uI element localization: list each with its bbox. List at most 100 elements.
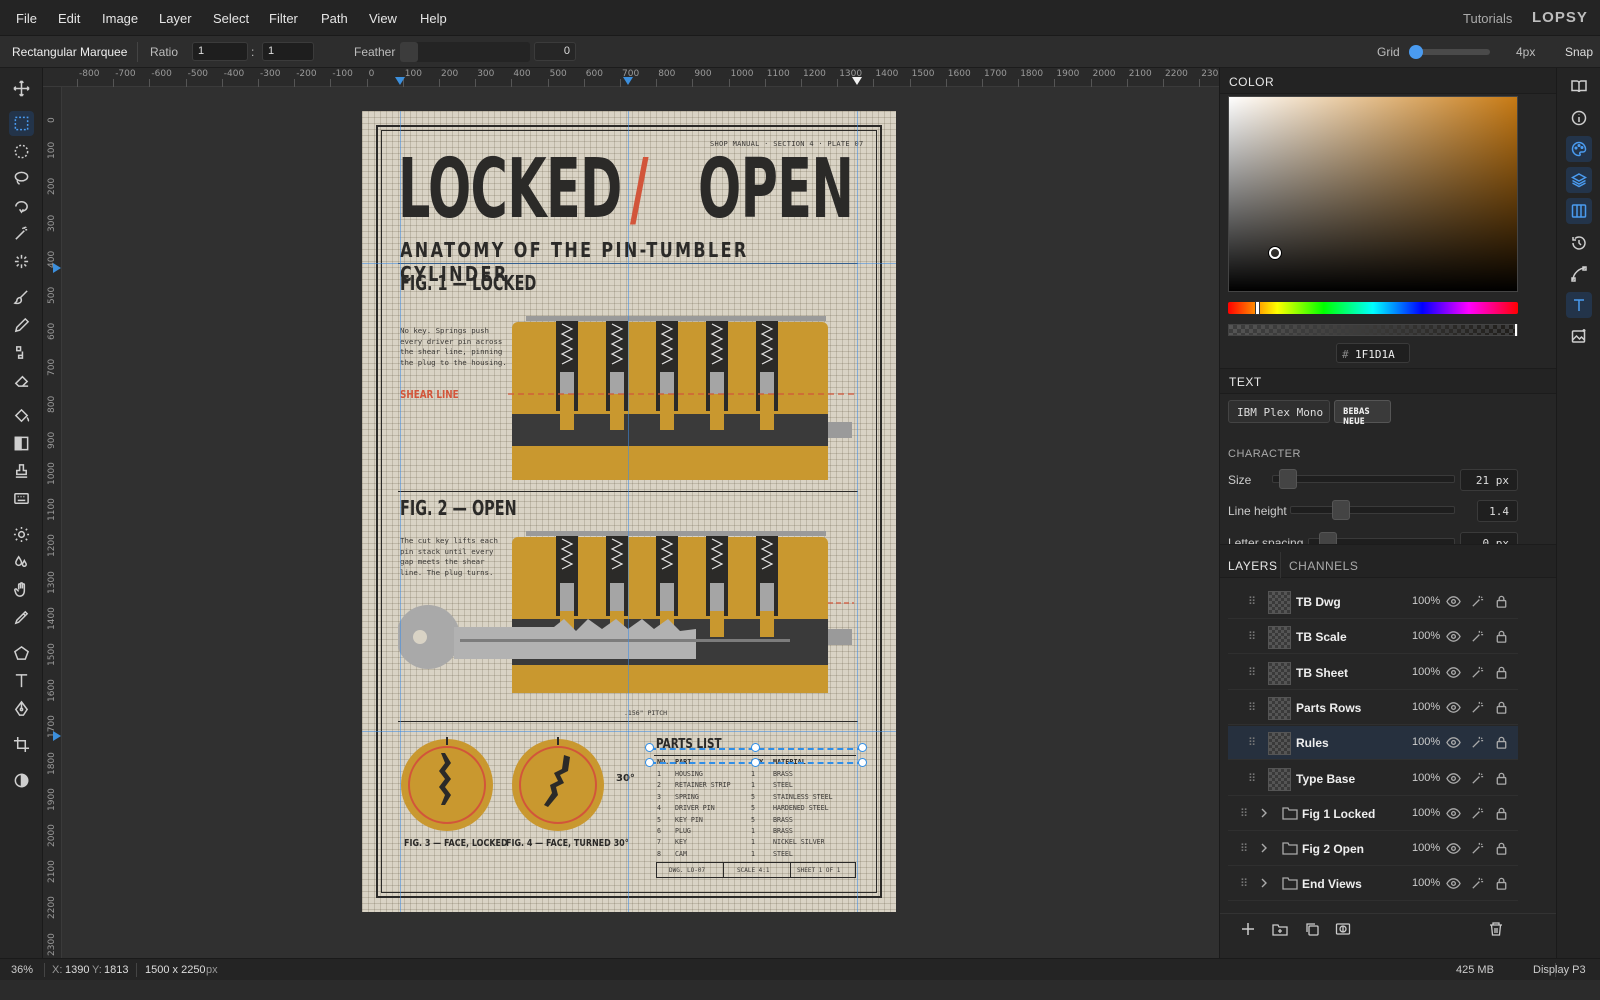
menu-image[interactable]: Image: [102, 11, 138, 26]
line-height-slider[interactable]: [1290, 506, 1455, 514]
guide-line[interactable]: [628, 111, 629, 912]
drag-handle-icon[interactable]: ⠿: [1248, 772, 1256, 785]
lasso-tool[interactable]: [9, 166, 34, 191]
menu-path[interactable]: Path: [321, 11, 348, 26]
size-slider-knob[interactable]: [1279, 469, 1297, 489]
feather-slider[interactable]: [400, 42, 530, 62]
chevron-right-icon[interactable]: [1258, 842, 1270, 857]
layer-row[interactable]: ⠿ TB Scale 100%: [1228, 620, 1518, 655]
color-panel-button[interactable]: [1566, 136, 1592, 162]
layer-opacity[interactable]: 100%: [1412, 772, 1440, 784]
pen-tool[interactable]: [9, 696, 34, 721]
transform-handle[interactable]: [645, 758, 654, 767]
guide-line[interactable]: [857, 111, 858, 912]
lock-icon[interactable]: [1494, 735, 1509, 750]
paths-panel-button[interactable]: [1566, 261, 1592, 287]
eye-icon[interactable]: [1446, 806, 1461, 821]
lock-icon[interactable]: [1494, 806, 1509, 821]
layer-mask-button[interactable]: [1335, 921, 1351, 940]
chevron-right-icon[interactable]: [1258, 877, 1270, 892]
color-picker-cursor[interactable]: [1269, 247, 1281, 259]
ratio-width-input[interactable]: 1: [192, 42, 248, 61]
selection-bounding-box[interactable]: [645, 743, 867, 767]
hue-slider-knob[interactable]: [1255, 301, 1260, 315]
grid-slider-knob[interactable]: [1409, 45, 1423, 59]
color-profile[interactable]: Display P3: [1533, 964, 1586, 976]
effects-icon[interactable]: [1470, 735, 1485, 750]
new-group-button[interactable]: [1272, 921, 1288, 940]
polygon-tool[interactable]: [9, 641, 34, 666]
rectangular-marquee-tool[interactable]: [9, 111, 34, 136]
transform-handle[interactable]: [858, 758, 867, 767]
effects-icon[interactable]: [1470, 700, 1485, 715]
guide-marker[interactable]: [53, 263, 61, 273]
effects-icon[interactable]: [1470, 841, 1485, 856]
alpha-slider[interactable]: [1228, 324, 1518, 336]
drag-handle-icon[interactable]: ⠿: [1248, 701, 1256, 714]
magnetic-lasso-tool[interactable]: [9, 194, 34, 219]
image-adjust-panel-button[interactable]: [1566, 323, 1592, 349]
drag-handle-icon[interactable]: ⠿: [1248, 666, 1256, 679]
elliptical-marquee-tool[interactable]: [9, 139, 34, 164]
channels-panel-button[interactable]: [1566, 198, 1592, 224]
menu-edit[interactable]: Edit: [58, 11, 80, 26]
eye-icon[interactable]: [1446, 665, 1461, 680]
layer-opacity[interactable]: 100%: [1412, 630, 1440, 642]
guide-marker[interactable]: [53, 731, 61, 741]
eye-icon[interactable]: [1446, 876, 1461, 891]
delete-layer-button[interactable]: [1488, 921, 1504, 940]
eraser-tool[interactable]: [9, 368, 34, 393]
drag-handle-icon[interactable]: ⠿: [1240, 807, 1248, 820]
guide-line[interactable]: [362, 731, 896, 732]
mask-mode-toggle[interactable]: [9, 768, 34, 793]
info-panel-button[interactable]: [1566, 105, 1592, 131]
guide-marker[interactable]: [623, 77, 633, 85]
layer-row[interactable]: ⠿ End Views 100%: [1228, 867, 1518, 902]
tab-channels[interactable]: CHANNELS: [1289, 559, 1358, 573]
menu-help[interactable]: Help: [420, 11, 447, 26]
grid-size-slider[interactable]: [1409, 45, 1490, 59]
layers-scrollbar[interactable]: [1520, 593, 1525, 913]
effects-icon[interactable]: [1470, 771, 1485, 786]
lock-icon[interactable]: [1494, 629, 1509, 644]
eye-icon[interactable]: [1446, 700, 1461, 715]
layers-panel-button[interactable]: [1566, 167, 1592, 193]
tutorials-link[interactable]: Tutorials: [1463, 11, 1512, 26]
brush-tool[interactable]: [9, 285, 34, 310]
new-layer-button[interactable]: [1240, 921, 1256, 940]
lock-icon[interactable]: [1494, 594, 1509, 609]
transform-handle[interactable]: [645, 743, 654, 752]
canvas-area[interactable]: SHOP MANUAL · SECTION 4 · PLATE 07 LOCKE…: [62, 87, 1219, 958]
menu-view[interactable]: View: [369, 11, 397, 26]
effects-icon[interactable]: [1470, 806, 1485, 821]
transform-handle[interactable]: [858, 743, 867, 752]
quick-select-tool[interactable]: [9, 249, 34, 274]
layer-opacity[interactable]: 100%: [1412, 736, 1440, 748]
horizontal-ruler[interactable]: -800 -700 -600 -500 -400 -300 -200 -100 0 100 200 3…: [43, 68, 1224, 87]
hue-slider[interactable]: [1228, 301, 1518, 315]
magic-wand-tool[interactable]: [9, 221, 34, 246]
layer-row[interactable]: ⠿ TB Sheet 100%: [1228, 656, 1518, 690]
layer-row[interactable]: ⠿ Type Base 100%: [1228, 762, 1518, 796]
layer-row[interactable]: ⠿ Parts Rows 100%: [1228, 691, 1518, 725]
history-panel-button[interactable]: [1566, 230, 1592, 256]
guide-line[interactable]: [362, 263, 896, 264]
layer-row[interactable]: ⠿ Fig 2 Open 100%: [1228, 832, 1518, 867]
eye-icon[interactable]: [1446, 771, 1461, 786]
drag-handle-icon[interactable]: ⠿: [1240, 842, 1248, 855]
drag-handle-icon[interactable]: ⠿: [1240, 877, 1248, 890]
drag-handle-icon[interactable]: ⠿: [1248, 595, 1256, 608]
text-panel-button[interactable]: [1566, 292, 1592, 318]
effects-icon[interactable]: [1470, 876, 1485, 891]
lock-icon[interactable]: [1494, 700, 1509, 715]
lock-icon[interactable]: [1494, 876, 1509, 891]
guide-marker[interactable]: [395, 77, 405, 85]
layer-row[interactable]: ⠿ Rules 100%: [1228, 726, 1518, 761]
menu-layer[interactable]: Layer: [159, 11, 192, 26]
font-style-button[interactable]: BEBAS NEUE: [1334, 400, 1391, 427]
clone-tool[interactable]: [9, 340, 34, 365]
pattern-tool[interactable]: [9, 486, 34, 511]
line-height-slider-knob[interactable]: [1332, 500, 1350, 520]
paint-bucket-tool[interactable]: [9, 404, 34, 429]
layer-opacity[interactable]: 100%: [1412, 807, 1440, 819]
